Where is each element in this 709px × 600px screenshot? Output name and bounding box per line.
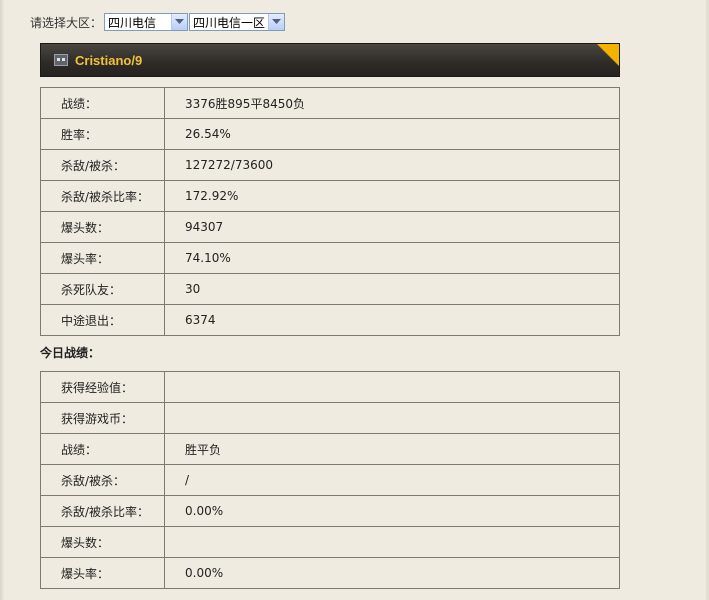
table-row: 战绩： 胜平负 xyxy=(40,433,620,465)
overall-stats-table: 战绩： 3376胜895平8450负 胜率： 26.54% 杀敌/被杀： 127… xyxy=(40,87,620,336)
region-label: 请选择大区： xyxy=(30,15,103,30)
stat-value: 26.54% xyxy=(164,118,620,150)
today-section-title: 今日战绩： xyxy=(40,346,101,360)
page-left-border xyxy=(0,0,4,600)
zone-select-value: 四川电信 xyxy=(108,15,157,30)
table-row: 爆头数： 94307 xyxy=(40,211,620,243)
stat-value xyxy=(164,402,620,434)
table-row: 杀敌/被杀： / xyxy=(40,464,620,496)
stat-value: 胜平负 xyxy=(164,433,620,465)
stat-value xyxy=(164,371,620,403)
table-row: 杀敌/被杀： 127272/73600 xyxy=(40,149,620,181)
region-selector-bar: 请选择大区： 四川电信 四川电信一区 xyxy=(30,12,286,32)
stat-value: 172.92% xyxy=(164,180,620,212)
table-row: 爆头率： 0.00% xyxy=(40,557,620,589)
stat-label: 获得游戏币： xyxy=(40,402,165,434)
table-row: 杀死队友： 30 xyxy=(40,273,620,305)
table-row: 杀敌/被杀比率： 172.92% xyxy=(40,180,620,212)
stat-value: 94307 xyxy=(164,211,620,243)
table-row: 爆头数： xyxy=(40,526,620,558)
table-row: 杀敌/被杀比率： 0.00% xyxy=(40,495,620,527)
stat-value xyxy=(164,526,620,558)
player-name: Cristiano/9 xyxy=(75,53,143,68)
stat-value: 127272/73600 xyxy=(164,149,620,181)
header-corner-accent-icon xyxy=(597,44,619,66)
stat-label: 杀敌/被杀： xyxy=(40,464,165,496)
stat-label: 爆头率： xyxy=(40,242,165,274)
player-header: Cristiano/9 xyxy=(40,43,620,77)
stat-label: 战绩： xyxy=(40,433,165,465)
server-select[interactable]: 四川电信一区 xyxy=(189,13,286,31)
stat-label: 杀死队友： xyxy=(40,273,165,305)
stat-label: 杀敌/被杀比率： xyxy=(40,495,165,527)
zone-dropdown-arrow-icon[interactable] xyxy=(171,14,188,30)
table-row: 战绩： 3376胜895平8450负 xyxy=(40,87,620,119)
table-row: 胜率： 26.54% xyxy=(40,118,620,150)
stat-value: 0.00% xyxy=(164,557,620,589)
player-rank-icon xyxy=(54,54,68,66)
stat-label: 获得经验值： xyxy=(40,371,165,403)
table-row: 获得经验值： xyxy=(40,371,620,403)
stat-label: 杀敌/被杀： xyxy=(40,149,165,181)
stat-label: 杀敌/被杀比率： xyxy=(40,180,165,212)
stat-value: 0.00% xyxy=(164,495,620,527)
today-stats-table: 获得经验值： 获得游戏币： 战绩： 胜平负 杀敌/被杀： / 杀敌/被杀比率： … xyxy=(40,371,620,589)
table-row: 获得游戏币： xyxy=(40,402,620,434)
stat-label: 胜率： xyxy=(40,118,165,150)
stat-value: 74.10% xyxy=(164,242,620,274)
stat-value: 30 xyxy=(164,273,620,305)
stat-label: 中途退出： xyxy=(40,304,165,336)
server-dropdown-arrow-icon[interactable] xyxy=(268,14,285,30)
table-row: 爆头率： 74.10% xyxy=(40,242,620,274)
stat-label: 战绩： xyxy=(40,87,165,119)
stat-value: 3376胜895平8450负 xyxy=(164,87,620,119)
stat-value: 6374 xyxy=(164,304,620,336)
stat-label: 爆头数： xyxy=(40,526,165,558)
stat-value: / xyxy=(164,464,620,496)
server-select-value: 四川电信一区 xyxy=(193,15,266,30)
stat-label: 爆头数： xyxy=(40,211,165,243)
zone-select[interactable]: 四川电信 xyxy=(104,13,189,31)
table-row: 中途退出： 6374 xyxy=(40,304,620,336)
stat-label: 爆头率： xyxy=(40,557,165,589)
